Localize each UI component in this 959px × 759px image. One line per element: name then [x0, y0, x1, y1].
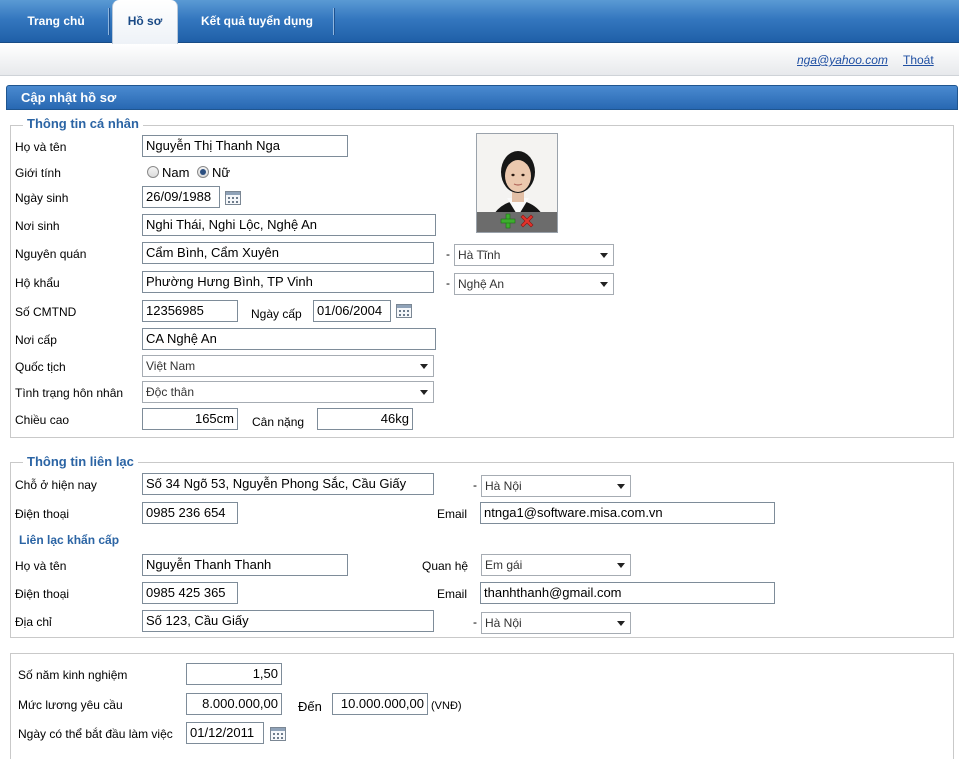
issue-date-input[interactable]: 01/06/2004: [313, 300, 391, 322]
emergency-city-select[interactable]: Hà Nội: [481, 612, 631, 634]
id-number-label: Số CMTND: [15, 305, 77, 319]
marital-status-value: Độc thân: [146, 385, 195, 399]
hometown-province-select[interactable]: Hà Tĩnh: [454, 244, 614, 266]
hometown-label: Nguyên quán: [15, 247, 87, 261]
full-name-input[interactable]: Nguyễn Thị Thanh Nga: [142, 135, 348, 157]
issue-date-label: Ngày cấp: [251, 307, 302, 321]
gender-male-radio[interactable]: [147, 166, 159, 178]
household-dash: -: [446, 276, 450, 290]
currency-label: (VNĐ): [431, 700, 462, 712]
user-email-link[interactable]: nga@yahoo.com: [797, 53, 888, 67]
weight-label: Cân nặng: [252, 415, 305, 429]
tab-separator: [333, 8, 334, 35]
tab-home[interactable]: Trang chủ: [0, 0, 112, 43]
gender-female-radio[interactable]: [197, 166, 209, 178]
tab-recruitment-results[interactable]: Kết quả tuyển dụng: [187, 0, 327, 43]
emergency-name-label: Họ và tên: [15, 559, 67, 573]
chevron-down-icon: [420, 364, 428, 369]
dob-calendar-icon[interactable]: [225, 191, 241, 205]
marital-status-select[interactable]: Độc thân: [142, 381, 434, 403]
relation-select[interactable]: Em gái: [481, 554, 631, 576]
work-preferences-section: [10, 653, 954, 759]
tab-separator: [108, 8, 109, 35]
emergency-phone-label: Điện thoại: [15, 587, 70, 601]
current-address-label: Chỗ ở hiện nay: [15, 478, 97, 492]
height-input[interactable]: 165cm: [142, 408, 238, 430]
hometown-province-value: Hà Tĩnh: [458, 248, 501, 262]
chevron-down-icon: [420, 390, 428, 395]
emergency-contact-title: Liên lạc khẩn cấp: [19, 533, 120, 547]
salary-from-input[interactable]: 8.000.000,00: [186, 693, 282, 715]
emergency-email-input[interactable]: thanhthanh@gmail.com: [480, 582, 775, 604]
nationality-label: Quốc tịch: [15, 360, 66, 374]
page-title: Cập nhật hồ sơ: [6, 85, 958, 110]
phone-label: Điện thoại: [15, 507, 70, 521]
emergency-city-value: Hà Nội: [485, 616, 522, 630]
chevron-down-icon: [617, 484, 625, 489]
hometown-input[interactable]: Cẩm Bình, Cẩm Xuyên: [142, 242, 434, 264]
add-photo-icon[interactable]: [500, 213, 516, 229]
start-date-calendar-icon[interactable]: [270, 727, 286, 741]
nationality-select[interactable]: Việt Nam: [142, 355, 434, 377]
household-province-value: Nghệ An: [458, 277, 505, 291]
nationality-value: Việt Nam: [146, 359, 196, 373]
full-name-label: Họ và tên: [15, 140, 67, 154]
email-label: Email: [437, 507, 468, 521]
current-address-input[interactable]: Số 34 Ngõ 53, Nguyễn Phong Sắc, Cầu Giấy: [142, 473, 434, 495]
salary-to-label: Đến: [298, 699, 322, 714]
tab-profile[interactable]: Hồ sơ: [112, 0, 178, 44]
address-dash: -: [473, 478, 477, 492]
chevron-down-icon: [617, 563, 625, 568]
personal-info-legend: Thông tin cá nhân: [23, 116, 143, 131]
experience-input[interactable]: 1,50: [186, 663, 282, 685]
weight-input[interactable]: 46kg: [317, 408, 413, 430]
logout-link[interactable]: Thoát: [903, 53, 934, 67]
contact-info-legend: Thông tin liên lạc: [23, 454, 138, 469]
household-province-select[interactable]: Nghệ An: [454, 273, 614, 295]
photo-actions-bar: [477, 212, 557, 232]
gender-label: Giới tính: [15, 166, 61, 180]
gender-male-label: Nam: [162, 165, 190, 180]
chevron-down-icon: [617, 621, 625, 626]
current-city-select[interactable]: Hà Nội: [481, 475, 631, 497]
hometown-dash: -: [446, 247, 450, 261]
experience-label: Số năm kinh nghiệm: [18, 668, 128, 682]
height-label: Chiều cao: [15, 413, 70, 427]
id-number-input[interactable]: 12356985: [142, 300, 238, 322]
emergency-phone-input[interactable]: 0985 425 365: [142, 582, 238, 604]
issue-place-input[interactable]: CA Nghệ An: [142, 328, 436, 350]
chevron-down-icon: [600, 282, 608, 287]
issue-place-label: Nơi cấp: [15, 333, 57, 347]
remove-photo-icon[interactable]: [519, 213, 535, 229]
emergency-address-input[interactable]: Số 123, Cầu Giấy: [142, 610, 434, 632]
emergency-name-input[interactable]: Nguyễn Thanh Thanh: [142, 554, 348, 576]
phone-input[interactable]: 0985 236 654: [142, 502, 238, 524]
birthplace-label: Nơi sinh: [15, 219, 60, 233]
dob-input[interactable]: 26/09/1988: [142, 186, 220, 208]
email-input[interactable]: ntnga1@software.misa.com.vn: [480, 502, 775, 524]
household-label: Hộ khẩu: [15, 276, 60, 290]
relation-label: Quan hệ: [422, 559, 469, 573]
household-input[interactable]: Phường Hưng Bình, TP Vinh: [142, 271, 434, 293]
emergency-email-label: Email: [437, 587, 468, 601]
start-date-input[interactable]: 01/12/2011: [186, 722, 264, 744]
gender-female-label: Nữ: [212, 165, 231, 180]
dob-label: Ngày sinh: [15, 191, 69, 205]
issue-date-calendar-icon[interactable]: [396, 304, 412, 318]
start-date-label: Ngày có thể bắt đầu làm việc: [18, 727, 173, 741]
salary-to-input[interactable]: 10.000.000,00: [332, 693, 428, 715]
emergency-address-dash: -: [473, 615, 477, 629]
salary-label: Mức lương yêu cầu: [18, 698, 123, 712]
relation-value: Em gái: [485, 558, 523, 572]
birthplace-input[interactable]: Nghi Thái, Nghi Lộc, Nghệ An: [142, 214, 436, 236]
chevron-down-icon: [600, 253, 608, 258]
current-city-value: Hà Nội: [485, 479, 522, 493]
marital-status-label: Tình trạng hôn nhân: [15, 386, 124, 400]
emergency-address-label: Địa chỉ: [15, 615, 52, 629]
